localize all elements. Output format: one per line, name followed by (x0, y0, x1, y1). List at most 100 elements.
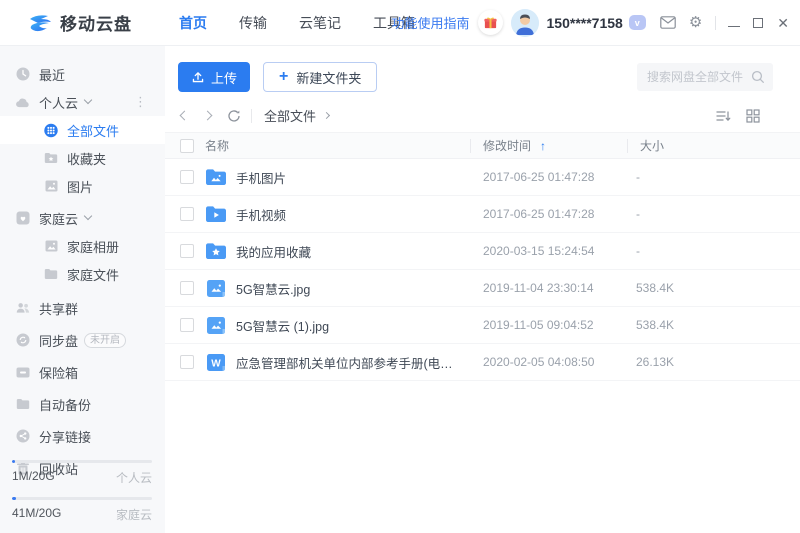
family-storage-fill (12, 497, 16, 500)
folder-video-icon (205, 205, 227, 224)
file-modified: 2017-06-25 01:47:28 (470, 170, 627, 184)
row-checkbox[interactable] (180, 244, 194, 258)
sidebar-item-safe-box[interactable]: 保险箱 (0, 358, 165, 386)
file-modified: 2017-06-25 01:47:28 (470, 207, 627, 221)
sidebar-item-pictures[interactable]: 图片 (0, 172, 165, 200)
people-icon (16, 301, 30, 315)
svg-text:W: W (211, 358, 221, 369)
image-file-icon (205, 279, 227, 298)
sidebar-item-sync-disk[interactable]: 同步盘 未开启 (0, 326, 165, 354)
topbar-right: 功能使用指南 150****7158 v ⚙ (392, 9, 790, 37)
new-folder-button[interactable]: + 新建文件夹 (263, 62, 377, 92)
app-title: 移动云盘 (60, 10, 132, 35)
main-nav: 首页 传输 云笔记 工具箱 (179, 13, 415, 33)
column-header-name[interactable]: 名称 (194, 137, 470, 154)
sidebar-item-all-files[interactable]: 全部文件 (0, 116, 165, 144)
sidebar-item-family-album[interactable]: 家庭相册 (0, 232, 165, 260)
window-close-button[interactable]: ✕ (777, 16, 789, 30)
backup-folder-icon (16, 397, 30, 411)
sidebar-item-favorites[interactable]: 收藏夹 (0, 144, 165, 172)
user-avatar[interactable] (511, 9, 539, 37)
row-checkbox[interactable] (180, 170, 194, 184)
file-size: 538.4K (627, 318, 800, 332)
sidebar-item-label: 图片 (67, 177, 93, 196)
sidebar-item-auto-backup[interactable]: 自动备份 (0, 390, 165, 418)
tab-cloud-notes[interactable]: 云笔记 (299, 13, 341, 33)
upload-label: 上传 (211, 68, 237, 87)
user-phone[interactable]: 150****7158 (547, 15, 623, 31)
image-icon (44, 179, 58, 193)
row-checkbox[interactable] (180, 355, 194, 369)
feature-guide-link[interactable]: 功能使用指南 (392, 13, 470, 32)
sidebar: 最近 个人云 ⋮ 全部文件 收藏夹 (0, 46, 165, 533)
topbar-divider (715, 16, 716, 30)
table-row[interactable]: 手机视频 2017-06-25 01:47:28 - (165, 196, 800, 233)
sidebar-item-personal-cloud[interactable]: 个人云 ⋮ (0, 88, 165, 116)
sort-order-icon[interactable] (716, 109, 731, 123)
tab-home[interactable]: 首页 (179, 13, 207, 33)
search-box[interactable] (637, 63, 773, 91)
window-minimize-button[interactable] (728, 26, 740, 27)
file-name[interactable]: 5G智慧云 (1).jpg (227, 316, 470, 335)
row-checkbox[interactable] (180, 281, 194, 295)
window-maximize-button[interactable] (753, 18, 763, 28)
sidebar-item-label: 收藏夹 (67, 149, 106, 168)
family-storage-label: 家庭云 (116, 506, 152, 523)
sidebar-item-share-links[interactable]: 分享链接 (0, 422, 165, 450)
chevron-right-icon (323, 112, 330, 119)
breadcrumb-divider (251, 109, 252, 123)
image-icon (44, 239, 58, 253)
row-checkbox[interactable] (180, 318, 194, 332)
mail-icon[interactable] (660, 16, 676, 29)
settings-gear-icon[interactable]: ⚙ (689, 15, 702, 30)
forward-button[interactable] (203, 111, 213, 121)
sidebar-item-recent[interactable]: 最近 (0, 60, 165, 88)
table-row[interactable]: 我的应用收藏 2020-03-15 15:24:54 - (165, 233, 800, 270)
sidebar-item-family-files[interactable]: 家庭文件 (0, 260, 165, 288)
tab-transfer[interactable]: 传输 (239, 13, 267, 33)
app-logo: 移动云盘 (0, 10, 132, 35)
back-button[interactable] (180, 111, 190, 121)
file-name[interactable]: 我的应用收藏 (227, 242, 470, 261)
search-icon[interactable] (751, 70, 765, 84)
column-header-modified[interactable]: 修改时间 ↑ (470, 137, 627, 154)
select-all-checkbox[interactable] (180, 139, 194, 153)
table-header: 名称 修改时间 ↑ 大小 (165, 132, 800, 159)
plus-icon: + (279, 69, 288, 85)
breadcrumb[interactable]: 全部文件 (264, 106, 316, 125)
grid-view-icon[interactable] (746, 109, 760, 123)
sort-ascending-icon[interactable]: ↑ (540, 139, 546, 153)
word-document-icon: W (205, 353, 227, 372)
sidebar-item-shared-groups[interactable]: 共享群 (0, 294, 165, 322)
search-input[interactable] (647, 70, 751, 84)
file-modified: 2019-11-05 09:04:52 (470, 318, 627, 332)
file-name[interactable]: 应急管理部机关单位内部参考手册(电子版).docx (227, 353, 470, 372)
file-name[interactable]: 手机图片 (227, 168, 470, 187)
file-name[interactable]: 5G智慧云.jpg (227, 279, 470, 298)
column-header-size[interactable]: 大小 (627, 137, 800, 154)
upload-icon (191, 70, 205, 84)
sync-disabled-badge: 未开启 (84, 333, 126, 348)
vip-badge[interactable]: v (629, 15, 646, 30)
file-name[interactable]: 手机视频 (227, 205, 470, 224)
more-menu-icon[interactable]: ⋮ (134, 94, 147, 110)
personal-storage-used: 1M/20G (12, 469, 55, 486)
table-row[interactable]: 5G智慧云 (1).jpg 2019-11-05 09:04:52 538.4K (165, 307, 800, 344)
upload-button[interactable]: 上传 (178, 62, 250, 92)
sidebar-item-label: 同步盘 (39, 331, 78, 350)
personal-storage-fill (12, 460, 15, 463)
row-checkbox[interactable] (180, 207, 194, 221)
folder-star-icon (205, 242, 227, 261)
file-size: 26.13K (627, 355, 800, 369)
table-row[interactable]: 手机图片 2017-06-25 01:47:28 - (165, 159, 800, 196)
gift-icon[interactable] (478, 10, 503, 35)
share-icon (16, 429, 30, 443)
refresh-icon[interactable] (227, 109, 241, 123)
table-row[interactable]: 5G智慧云.jpg 2019-11-04 23:30:14 538.4K (165, 270, 800, 307)
chevron-down-icon (84, 96, 92, 104)
table-row[interactable]: W 应急管理部机关单位内部参考手册(电子版).docx 2020-02-05 0… (165, 344, 800, 381)
file-size: - (627, 170, 800, 184)
sidebar-item-family-cloud[interactable]: 家庭云 (0, 204, 165, 232)
file-modified: 2020-03-15 15:24:54 (470, 244, 627, 258)
sidebar-item-label: 全部文件 (67, 121, 119, 140)
